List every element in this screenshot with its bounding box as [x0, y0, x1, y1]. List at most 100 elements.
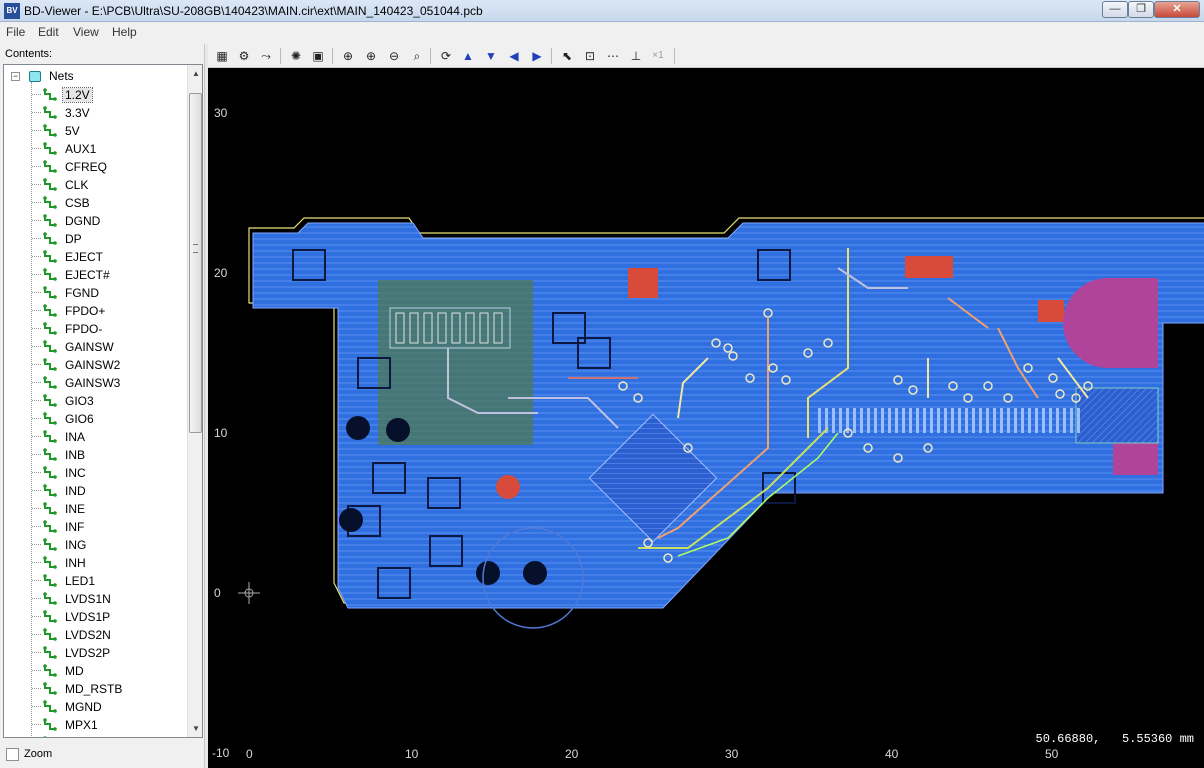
tree-branch — [32, 544, 41, 545]
net-item[interactable]: ING — [28, 536, 178, 554]
net-item[interactable]: LVDS1N — [28, 590, 178, 608]
net-item[interactable]: DGND — [28, 212, 178, 230]
net-item[interactable]: INC — [28, 464, 178, 482]
zoom-area-icon[interactable]: ⌕ — [407, 47, 427, 65]
net-item[interactable]: INA — [28, 428, 178, 446]
pcb-drawing[interactable] — [208, 68, 1204, 768]
net-item[interactable]: 3.3V — [28, 104, 178, 122]
net-item[interactable]: GIO6 — [28, 410, 178, 428]
net-item[interactable]: INF — [28, 518, 178, 536]
grid-icon[interactable]: ⋯ — [603, 47, 623, 65]
pan-left-icon[interactable]: ◀ — [504, 47, 524, 65]
maximize-button[interactable]: ❐ — [1128, 1, 1154, 18]
scrollbar-thumb[interactable] — [189, 93, 202, 433]
select-icon[interactable]: ⬉ — [557, 47, 577, 65]
measure-icon[interactable]: ⊥ — [626, 47, 646, 65]
pan-right-icon[interactable]: ▶ — [527, 47, 547, 65]
layers-icon[interactable]: ▦ — [212, 47, 232, 65]
net-item[interactable]: IND — [28, 482, 178, 500]
net-item[interactable]: GAINSW — [28, 338, 178, 356]
net-label: MPX1 — [65, 718, 98, 732]
net-item[interactable]: INH — [28, 554, 178, 572]
net-icon — [43, 358, 57, 371]
zoom-out-icon[interactable]: ⊖ — [384, 47, 404, 65]
menu-view[interactable]: View — [73, 25, 99, 39]
edge-pad — [972, 408, 975, 433]
menu-help[interactable]: Help — [112, 25, 137, 39]
net-icon — [43, 556, 57, 569]
net-item[interactable]: CLK — [28, 176, 178, 194]
tree-branch — [32, 598, 41, 599]
minimize-button[interactable]: — — [1102, 1, 1128, 18]
net-icon — [43, 286, 57, 299]
edge-pad — [1035, 408, 1038, 433]
edge-pad — [895, 408, 898, 433]
display-settings-icon[interactable]: ⚙ — [234, 47, 254, 65]
scroll-down-icon[interactable]: ▼ — [188, 720, 202, 737]
net-item[interactable]: DP — [28, 230, 178, 248]
menu-bar: File Edit View Help — [0, 22, 1204, 42]
scale-x1-icon[interactable]: ×1 — [648, 47, 668, 65]
edge-pad — [1014, 408, 1017, 433]
net-item[interactable]: INB — [28, 446, 178, 464]
tree-scrollbar[interactable]: ▲ ▼ — [187, 65, 202, 737]
teal-area — [1075, 387, 1159, 444]
net-icon — [43, 448, 57, 461]
tree-branch — [32, 400, 41, 401]
net-icon — [43, 610, 57, 623]
tree-branch — [32, 382, 41, 383]
net-item[interactable]: AUX1 — [28, 140, 178, 158]
net-icon — [43, 484, 57, 497]
net-item[interactable]: GAINSW3 — [28, 374, 178, 392]
net-item[interactable]: FPDO- — [28, 320, 178, 338]
tree-branch — [32, 724, 41, 725]
edge-pad — [832, 408, 835, 433]
net-item[interactable]: CSB — [28, 194, 178, 212]
net-highlight-icon[interactable]: ⤳ — [256, 47, 276, 65]
redraw-icon[interactable]: ⟳ — [436, 47, 456, 65]
net-item[interactable]: MD_RSTB — [28, 680, 178, 698]
net-item[interactable]: LVDS2P — [28, 644, 178, 662]
x-tick-label: 40 — [885, 747, 899, 761]
net-item[interactable]: CFREQ — [28, 158, 178, 176]
net-item[interactable]: GIO3 — [28, 392, 178, 410]
net-icon — [43, 538, 57, 551]
net-icon — [43, 430, 57, 443]
net-item[interactable]: MD — [28, 662, 178, 680]
zoom-in-icon[interactable]: ⊕ — [361, 47, 381, 65]
net-item[interactable]: MPX1 — [28, 716, 178, 734]
pan-up-icon[interactable]: ▲ — [458, 47, 478, 65]
nets-tree[interactable]: − Nets 1.2V 3.3V 5V AUX1 CFREQ CLK CSB DGND DP EJ… — [3, 64, 203, 738]
y-tick-label: -10 — [212, 746, 230, 760]
net-item[interactable]: EJECT# — [28, 266, 178, 284]
close-button[interactable]: ✕ — [1154, 1, 1200, 18]
scroll-up-icon[interactable]: ▲ — [188, 65, 202, 82]
tree-root-nets[interactable]: − Nets — [8, 68, 188, 86]
net-item[interactable]: FGND — [28, 284, 178, 302]
net-label: GAINSW — [65, 340, 114, 354]
tree-branch — [32, 310, 41, 311]
net-label: INF — [65, 520, 85, 534]
collapse-icon[interactable]: − — [11, 72, 20, 81]
pan-down-icon[interactable]: ▼ — [481, 47, 501, 65]
light-icon[interactable]: ✺ — [286, 47, 306, 65]
properties-icon[interactable]: ▣ — [308, 47, 328, 65]
net-item[interactable]: LVDS2N — [28, 626, 178, 644]
net-item[interactable]: INE — [28, 500, 178, 518]
net-item[interactable]: GAINSW2 — [28, 356, 178, 374]
net-item[interactable]: 5V — [28, 122, 178, 140]
net-icon — [43, 214, 57, 227]
net-item[interactable]: 1.2V — [28, 86, 178, 104]
menu-edit[interactable]: Edit — [38, 25, 59, 39]
net-item[interactable]: MPX2 — [28, 734, 178, 737]
net-item[interactable]: LVDS1P — [28, 608, 178, 626]
window-select-icon[interactable]: ⊡ — [580, 47, 600, 65]
net-item[interactable]: MGND — [28, 698, 178, 716]
zoom-checkbox[interactable] — [6, 748, 19, 761]
net-item[interactable]: EJECT — [28, 248, 178, 266]
menu-file[interactable]: File — [6, 25, 25, 39]
zoom-fit-icon[interactable]: ⊕ — [338, 47, 358, 65]
pcb-canvas[interactable]: 30 20 10 0 -10 0 10 20 30 40 50 50.66880, 5.55360… — [208, 68, 1204, 768]
net-item[interactable]: FPDO+ — [28, 302, 178, 320]
net-item[interactable]: LED1 — [28, 572, 178, 590]
